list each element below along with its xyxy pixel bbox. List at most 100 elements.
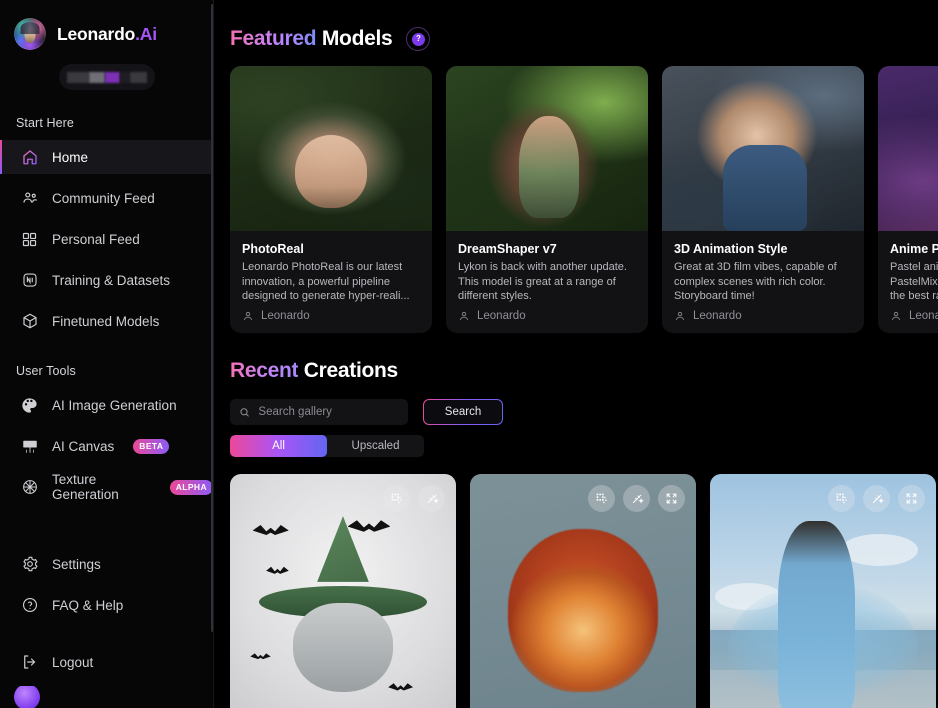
- easel-icon: [20, 437, 39, 456]
- chip-icon: [20, 271, 39, 290]
- avatar[interactable]: [14, 686, 40, 708]
- redacted-block: [120, 72, 130, 83]
- bat-decoration: [266, 566, 289, 578]
- sidebar: Leonardo.Ai Start Here Home: [0, 0, 214, 708]
- brand-name-main: Leonardo: [57, 24, 135, 44]
- grid-icon: [20, 230, 39, 249]
- nav-section-title-user-tools: User Tools: [0, 364, 213, 378]
- sidebar-item-personal-feed[interactable]: Personal Feed: [0, 222, 213, 256]
- bat-decoration: [250, 653, 270, 663]
- help-button[interactable]: ?: [406, 27, 430, 51]
- model-description: Leonardo PhotoReal is our latest innovat…: [242, 260, 420, 304]
- people-icon: [20, 189, 39, 208]
- featured-model-card[interactable]: DreamShaper v7 Lykon is back with anothe…: [446, 66, 648, 333]
- gallery-item[interactable]: [710, 474, 936, 708]
- sidebar-item-label: Finetuned Models: [52, 314, 159, 329]
- sidebar-item-label: AI Canvas: [52, 439, 114, 454]
- sidebar-item-faq-help[interactable]: FAQ & Help: [0, 588, 213, 622]
- gallery-search-row: Search: [230, 399, 938, 425]
- user-profile-row[interactable]: [0, 686, 213, 708]
- bat-decoration: [253, 524, 289, 541]
- sidebar-item-training-datasets[interactable]: Training & Datasets: [0, 263, 213, 297]
- model-description: Great at 3D film vibes, capable of compl…: [674, 260, 852, 304]
- sidebar-item-label: Training & Datasets: [52, 273, 170, 288]
- sidebar-item-label: Home: [52, 150, 88, 165]
- model-author: Leonardo: [693, 310, 742, 322]
- redacted-block: [89, 72, 105, 83]
- sidebar-item-home[interactable]: Home: [0, 140, 213, 174]
- sidebar-item-settings[interactable]: Settings: [0, 547, 213, 581]
- leonardo-avatar-icon: [14, 18, 46, 50]
- tab-all[interactable]: All: [230, 435, 327, 457]
- gallery-item-actions: [383, 485, 445, 512]
- sidebar-item-label: AI Image Generation: [52, 398, 177, 413]
- sidebar-item-logout[interactable]: Logout: [0, 645, 213, 679]
- brand[interactable]: Leonardo.Ai: [0, 0, 213, 50]
- gallery-grid: [230, 474, 938, 708]
- magic-wand-icon[interactable]: [623, 485, 650, 512]
- unzoom-icon[interactable]: [828, 485, 855, 512]
- redacted-block: [67, 72, 89, 83]
- model-title: 3D Animation Style: [674, 242, 852, 256]
- sidebar-item-label: Personal Feed: [52, 232, 140, 247]
- question-circle-icon: [20, 596, 39, 615]
- tab-upscaled[interactable]: Upscaled: [327, 435, 424, 457]
- featured-models-title: Featured Models: [230, 27, 392, 51]
- nav-spacer: [0, 629, 213, 645]
- gallery-item-actions: [828, 485, 925, 512]
- palette-icon: [20, 396, 39, 415]
- model-author-row: Leonardo: [878, 310, 938, 333]
- model-author: Leonardo: [261, 310, 310, 322]
- model-description: Lykon is back with another update. This …: [458, 260, 636, 304]
- model-title: Anime Pastel Dream: [890, 242, 938, 256]
- status-badge: ALPHA: [170, 480, 213, 495]
- search-box[interactable]: [230, 399, 408, 425]
- sidebar-item-finetuned-models[interactable]: Finetuned Models: [0, 304, 213, 338]
- gallery-filter-tabs: All Upscaled: [230, 435, 424, 457]
- sidebar-footer: Settings FAQ & Help: [0, 547, 213, 708]
- featured-model-card[interactable]: PhotoReal Leonardo PhotoReal is our late…: [230, 66, 432, 333]
- woman-figure-shape: [778, 521, 855, 708]
- model-preview-image: [878, 66, 938, 231]
- sidebar-item-community-feed[interactable]: Community Feed: [0, 181, 213, 215]
- unzoom-icon[interactable]: [588, 485, 615, 512]
- brand-name-suffix: .Ai: [135, 24, 157, 44]
- model-author-row: Leonardo: [230, 310, 432, 333]
- model-title: DreamShaper v7: [458, 242, 636, 256]
- sidebar-item-label: Settings: [52, 557, 101, 572]
- question-mark-icon: ?: [412, 33, 425, 46]
- home-icon: [20, 148, 39, 167]
- recent-title-accent: Recent: [230, 359, 298, 382]
- fullscreen-icon[interactable]: [898, 485, 925, 512]
- model-preview-image: [446, 66, 648, 231]
- unzoom-icon[interactable]: [383, 485, 410, 512]
- user-icon: [458, 310, 470, 322]
- model-preview-image: [230, 66, 432, 231]
- model-author: Leonardo: [909, 310, 938, 322]
- tiger-head-shape: [508, 529, 657, 693]
- model-author: Leonardo: [477, 310, 526, 322]
- sidebar-item-ai-image-generation[interactable]: AI Image Generation: [0, 388, 213, 422]
- featured-card-body: DreamShaper v7 Lykon is back with anothe…: [446, 231, 648, 310]
- search-input[interactable]: [258, 406, 399, 418]
- gallery-item[interactable]: [470, 474, 696, 708]
- model-title: PhotoReal: [242, 242, 420, 256]
- sidebar-item-label: FAQ & Help: [52, 598, 123, 613]
- featured-models-row: PhotoReal Leonardo PhotoReal is our late…: [230, 66, 938, 333]
- fullscreen-icon[interactable]: [658, 485, 685, 512]
- magic-wand-icon[interactable]: [418, 485, 445, 512]
- bat-decoration: [348, 519, 391, 539]
- featured-model-card[interactable]: 3D Animation Style Great at 3D film vibe…: [662, 66, 864, 333]
- sidebar-item-texture-generation[interactable]: Texture Generation ALPHA: [0, 470, 213, 504]
- featured-model-card[interactable]: Anime Pastel Dream Pastel anime styling.…: [878, 66, 938, 333]
- redacted-block: [105, 72, 120, 83]
- gallery-item[interactable]: [230, 474, 456, 708]
- search-button[interactable]: Search: [423, 399, 503, 425]
- credit-pill[interactable]: [59, 64, 155, 90]
- model-preview-image: [662, 66, 864, 231]
- sidebar-item-label: Logout: [52, 655, 93, 670]
- magic-wand-icon[interactable]: [863, 485, 890, 512]
- search-icon: [239, 406, 250, 419]
- redacted-block: [130, 72, 147, 83]
- sidebar-item-ai-canvas[interactable]: AI Canvas BETA: [0, 429, 213, 463]
